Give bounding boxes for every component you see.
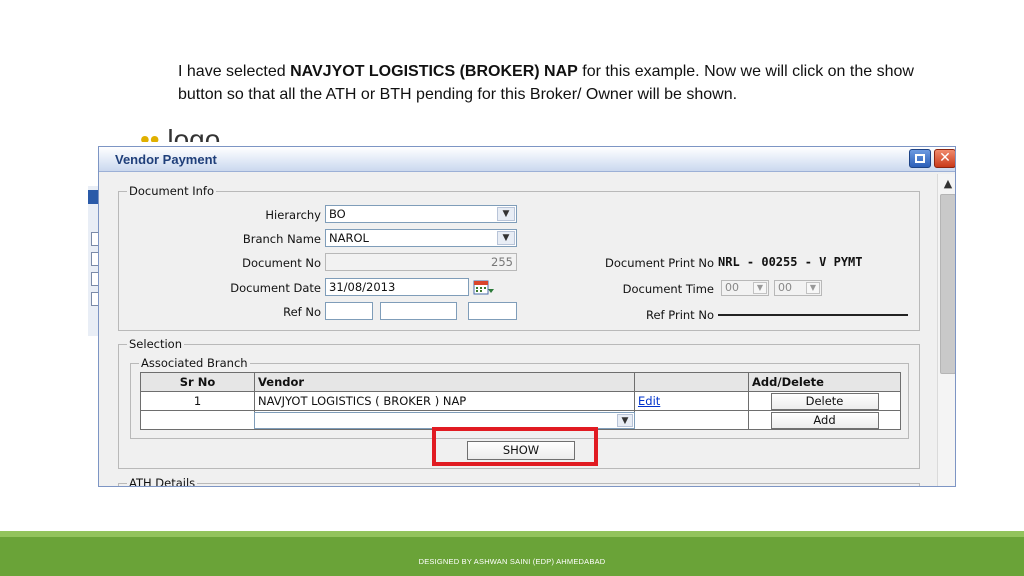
hierarchy-label: Hierarchy <box>265 208 321 222</box>
ath-details-group: ATH Details <box>118 476 920 486</box>
calendar-icon[interactable] <box>473 280 495 296</box>
background-title-text: logo <box>167 124 221 142</box>
document-no-label: Document No <box>242 256 321 270</box>
row-vendor: NAVJYOT LOGISTICS ( BROKER ) NAP <box>254 391 635 411</box>
document-print-no-label: Document Print No <box>605 256 714 270</box>
column-header-vendor: Vendor <box>254 372 635 392</box>
ref-no-input-1[interactable] <box>325 302 373 320</box>
document-no-field: 255 <box>325 253 517 271</box>
chevron-down-icon: ▼ <box>753 282 767 294</box>
document-date-input[interactable]: 31/08/2013 <box>325 278 469 296</box>
document-time-hour-value: 00 <box>725 281 739 294</box>
row-edit-cell: Edit <box>634 391 749 411</box>
chevron-down-icon: ▼ <box>806 282 820 294</box>
column-header-edit <box>634 372 749 392</box>
table-header-row: Sr No Vendor Add/Delete <box>140 372 901 392</box>
close-button[interactable]: ✕ <box>934 149 955 168</box>
branch-name-value: NAROL <box>329 231 369 245</box>
table-row: 1 NAVJYOT LOGISTICS ( BROKER ) NAP Edit … <box>140 391 901 411</box>
branch-name-label: Branch Name <box>242 232 321 246</box>
vendor-payment-window: Vendor Payment ✕ ▲ Document Info Hierarc… <box>98 146 956 487</box>
column-header-sr-no: Sr No <box>140 372 255 392</box>
ath-details-legend: ATH Details <box>127 476 198 486</box>
scroll-thumb[interactable] <box>940 194 955 374</box>
bullet-icon: •• <box>140 124 160 142</box>
document-no-value: 255 <box>491 255 513 269</box>
branch-name-select[interactable]: NAROL ▼ <box>325 229 517 247</box>
close-icon: ✕ <box>939 150 951 166</box>
delete-button[interactable]: Delete <box>770 392 879 410</box>
associated-branch-legend: Associated Branch <box>139 356 250 370</box>
hierarchy-value: BO <box>329 207 346 221</box>
ref-no-input-2[interactable] <box>380 302 457 320</box>
document-time-minute-value: 00 <box>778 281 792 294</box>
new-row-sr-no <box>140 410 255 430</box>
document-date-value: 31/08/2013 <box>329 280 396 294</box>
caption-intro: I have selected <box>178 63 291 80</box>
ref-no-input-3[interactable] <box>468 302 517 320</box>
document-time-label: Document Time <box>622 282 714 296</box>
restore-button[interactable] <box>909 149 931 168</box>
slide-caption: I have selected NAVJYOT LOGISTICS (BROKE… <box>178 60 938 106</box>
document-info-group: Document Info Hierarchy BO ▼ Branch Name… <box>118 184 920 331</box>
hierarchy-select[interactable]: BO ▼ <box>325 205 517 223</box>
row-action-cell: Delete <box>748 391 901 411</box>
window-content: Document Info Hierarchy BO ▼ Branch Name… <box>99 173 937 486</box>
chevron-down-icon[interactable]: ▼ <box>617 413 633 427</box>
show-button-highlight <box>432 427 598 466</box>
restore-icon <box>915 154 925 163</box>
edit-link[interactable]: Edit <box>638 394 660 408</box>
ref-print-no-line <box>718 314 908 316</box>
vendor-select[interactable]: ▼ <box>254 411 635 429</box>
document-info-legend: Document Info <box>127 184 216 198</box>
footer-credit: DESIGNED BY ASHWAN SAINI (EDP) AHMEDABAD <box>418 557 606 566</box>
new-row-empty-cell <box>634 410 749 430</box>
window-titlebar[interactable]: Vendor Payment ✕ <box>99 147 955 172</box>
row-sr-no: 1 <box>140 391 255 411</box>
selection-legend: Selection <box>127 337 184 351</box>
new-row-action-cell: Add <box>748 410 901 430</box>
ref-print-no-label: Ref Print No <box>645 308 714 322</box>
chevron-down-icon[interactable]: ▼ <box>497 207 515 221</box>
vertical-scrollbar[interactable]: ▲ <box>937 174 955 486</box>
caption-vendor-name: NAVJYOT LOGISTICS (BROKER) NAP <box>290 63 578 80</box>
column-header-add-delete: Add/Delete <box>748 372 901 392</box>
document-time-hour-select: 00 ▼ <box>721 280 769 296</box>
scroll-up-icon[interactable]: ▲ <box>938 177 955 191</box>
ref-no-label: Ref No <box>283 305 321 319</box>
document-date-label: Document Date <box>230 281 321 295</box>
background-title-fragment: •• logo <box>140 120 260 142</box>
add-button[interactable]: Add <box>770 411 879 429</box>
associated-branch-table: Sr No Vendor Add/Delete 1 NAVJYOT LOGIST… <box>140 372 901 430</box>
window-title: Vendor Payment <box>115 152 217 167</box>
document-print-no-value: NRL - 00255 - V PYMT <box>718 255 863 269</box>
chevron-down-icon[interactable]: ▼ <box>497 231 515 245</box>
slide-footer: DESIGNED BY ASHWAN SAINI (EDP) AHMEDABAD <box>0 531 1024 576</box>
document-time-minute-select: 00 ▼ <box>774 280 822 296</box>
